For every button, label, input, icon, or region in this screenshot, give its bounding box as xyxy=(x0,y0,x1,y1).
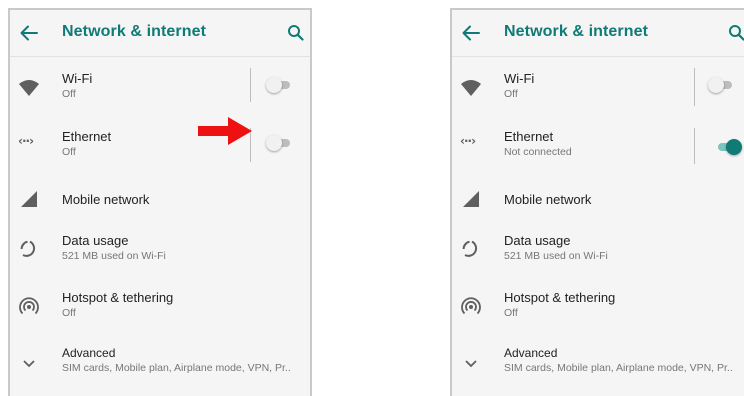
red-arrow-annotation xyxy=(198,117,252,145)
divider xyxy=(694,68,695,106)
wifi-toggle[interactable] xyxy=(708,77,734,93)
wifi-title: Wi-Fi xyxy=(62,71,93,86)
wifi-toggle[interactable] xyxy=(266,77,292,93)
data-usage-title: Data usage xyxy=(504,233,571,248)
arrow-left-icon[interactable] xyxy=(462,25,480,41)
ethernet-title: Ethernet xyxy=(504,129,554,144)
ethernet-row[interactable]: ‹··› Ethernet Off xyxy=(10,118,310,176)
ethernet-toggle[interactable] xyxy=(266,135,292,151)
wifi-icon xyxy=(461,80,481,96)
wifi-icon xyxy=(19,80,39,96)
mobile-network-title: Mobile network xyxy=(504,192,592,207)
search-icon[interactable] xyxy=(728,24,744,41)
hotspot-title: Hotspot & tethering xyxy=(62,290,174,305)
chevron-down-icon xyxy=(23,360,35,368)
arrow-left-icon[interactable] xyxy=(20,25,38,41)
mobile-network-row[interactable]: Mobile network xyxy=(10,176,310,220)
ethernet-status: Off xyxy=(62,146,76,158)
data-usage-icon xyxy=(20,240,36,257)
page-title: Network & internet xyxy=(504,23,649,40)
data-usage-status: 521 MB used on Wi-Fi xyxy=(504,250,608,262)
data-usage-status: 521 MB used on Wi-Fi xyxy=(62,250,166,262)
divider xyxy=(694,128,695,164)
wifi-title: Wi-Fi xyxy=(504,71,535,86)
advanced-summary: SIM cards, Mobile plan, Airplane mode, V… xyxy=(504,362,733,374)
hotspot-status: Off xyxy=(62,307,76,319)
ethernet-icon: ‹··› xyxy=(460,134,476,148)
advanced-title: Advanced xyxy=(62,346,116,360)
left-screen: Network & internet Wi-Fi Off ‹··› Ethern… xyxy=(8,8,312,396)
divider xyxy=(250,68,251,102)
right-screen: Network & internet Wi-Fi Off ‹··› Ethern… xyxy=(450,8,744,396)
page-title: Network & internet xyxy=(62,23,207,40)
advanced-row[interactable]: Advanced SIM cards, Mobile plan, Airplan… xyxy=(452,334,744,392)
app-bar: Network & internet xyxy=(10,10,310,57)
toggle-thumb xyxy=(708,77,724,93)
hotspot-icon xyxy=(19,297,39,315)
hotspot-status: Off xyxy=(504,307,518,319)
toggle-thumb xyxy=(266,77,282,93)
mobile-network-row[interactable]: Mobile network xyxy=(452,176,744,220)
wifi-row[interactable]: Wi-Fi Off xyxy=(452,60,744,118)
data-usage-row[interactable]: Data usage 521 MB used on Wi-Fi xyxy=(452,220,744,278)
toggle-thumb xyxy=(266,135,282,151)
ethernet-icon: ‹··› xyxy=(18,134,34,148)
advanced-summary: SIM cards, Mobile plan, Airplane mode, V… xyxy=(62,362,291,374)
data-usage-icon xyxy=(462,240,478,257)
chevron-down-icon xyxy=(465,360,477,368)
advanced-title: Advanced xyxy=(504,346,558,360)
ethernet-title: Ethernet xyxy=(62,129,112,144)
hotspot-icon xyxy=(461,297,481,315)
ethernet-status: Not connected xyxy=(504,146,572,158)
wifi-status: Off xyxy=(62,88,76,100)
ethernet-toggle[interactable] xyxy=(716,139,742,155)
ethernet-row[interactable]: ‹··› Ethernet Not connected xyxy=(452,118,744,176)
search-icon[interactable] xyxy=(287,24,304,41)
hotspot-row[interactable]: Hotspot & tethering Off xyxy=(452,278,744,334)
mobile-network-title: Mobile network xyxy=(62,192,150,207)
signal-icon xyxy=(463,191,479,207)
wifi-status: Off xyxy=(504,88,518,100)
toggle-thumb xyxy=(726,139,742,155)
hotspot-row[interactable]: Hotspot & tethering Off xyxy=(10,278,310,334)
hotspot-title: Hotspot & tethering xyxy=(504,290,616,305)
wifi-row[interactable]: Wi-Fi Off xyxy=(10,60,310,118)
signal-icon xyxy=(21,191,37,207)
data-usage-row[interactable]: Data usage 521 MB used on Wi-Fi xyxy=(10,220,310,278)
app-bar: Network & internet xyxy=(452,10,744,57)
data-usage-title: Data usage xyxy=(62,233,129,248)
advanced-row[interactable]: Advanced SIM cards, Mobile plan, Airplan… xyxy=(10,334,310,392)
